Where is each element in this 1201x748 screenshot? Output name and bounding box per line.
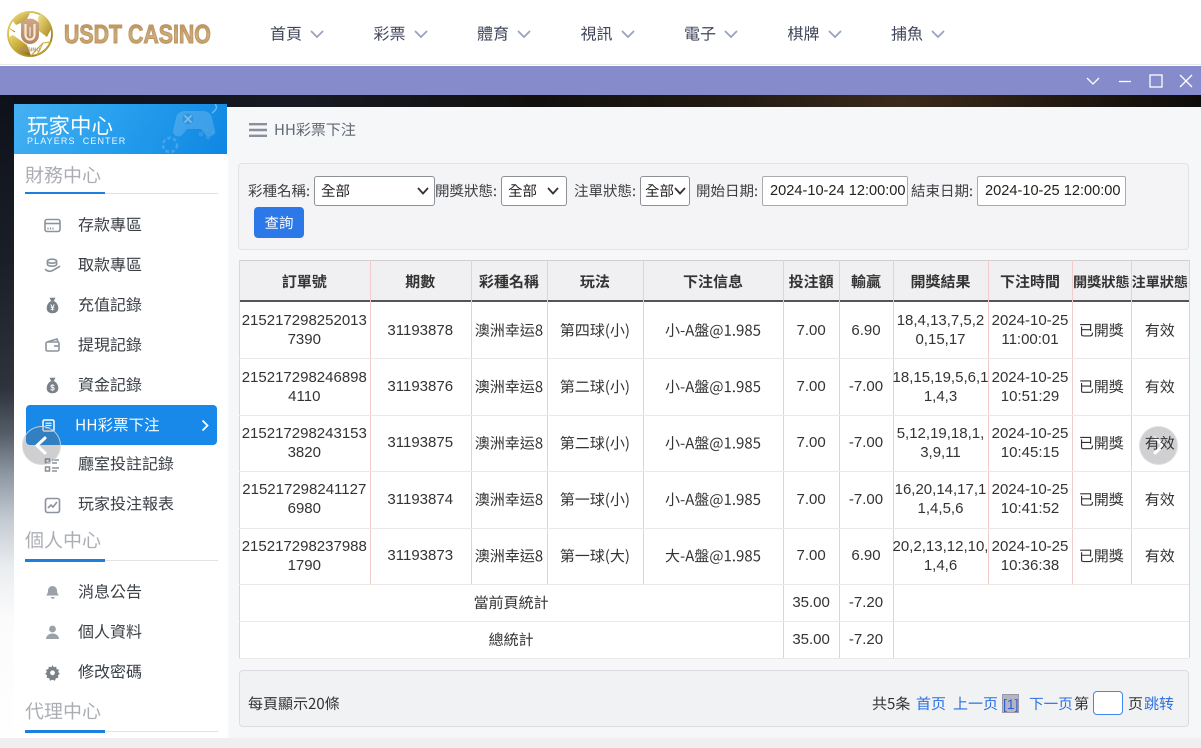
svg-text:CASINO: CASINO: [19, 48, 41, 54]
svg-text:$: $: [50, 383, 55, 392]
svg-text:¥: ¥: [50, 303, 55, 312]
